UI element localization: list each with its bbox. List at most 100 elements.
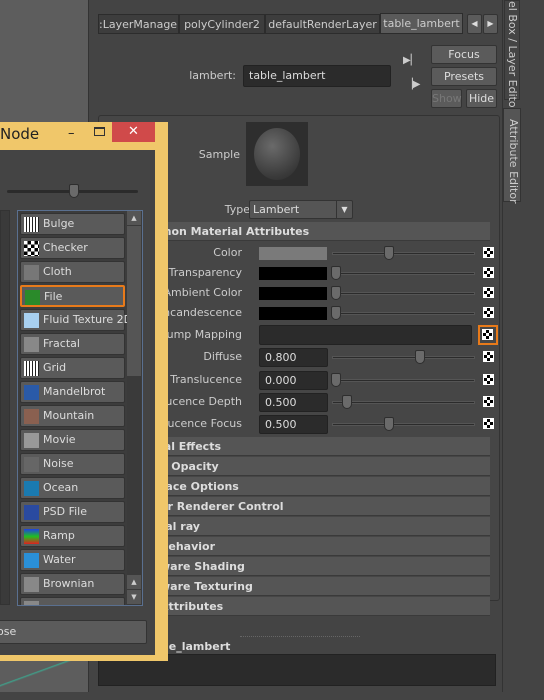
icon-size-slider-thumb[interactable]: [69, 184, 79, 198]
type-label: Type: [224, 203, 250, 216]
checker-map-icon[interactable]: [483, 374, 494, 385]
scroll-up-icon[interactable]: ▲: [127, 575, 141, 589]
value-field[interactable]: 0.500: [259, 393, 328, 412]
value-field[interactable]: 0.800: [259, 348, 328, 367]
checker-map-icon[interactable]: [483, 247, 494, 258]
input-connection-icon[interactable]: ▶▏: [403, 55, 418, 66]
brownian-icon: [24, 577, 39, 592]
texture-item[interactable]: PSD File: [20, 501, 125, 523]
texture-item[interactable]: Brownian: [20, 573, 125, 595]
map-button-highlighted[interactable]: [478, 325, 498, 345]
texture-item[interactable]: Movie: [20, 429, 125, 451]
node-name-field[interactable]: table_lambert: [243, 65, 391, 87]
attribute-slider[interactable]: [332, 401, 475, 404]
category-list-edge[interactable]: [0, 210, 10, 605]
type-dropdown[interactable]: Lambert ▼: [249, 200, 353, 219]
checker-map-icon[interactable]: [483, 307, 494, 318]
bump-mapping-field[interactable]: [259, 325, 472, 345]
slider-thumb[interactable]: [383, 246, 394, 260]
attribute-slider[interactable]: [332, 292, 475, 295]
attribute-slider[interactable]: [332, 379, 475, 382]
checker-map-icon[interactable]: [483, 396, 494, 407]
show-button[interactable]: Show: [431, 89, 462, 108]
section-header[interactable]: e Opacity: [160, 457, 490, 476]
section-header[interactable]: race Options: [160, 477, 490, 496]
section-header[interactable]: ware Texturing: [160, 577, 490, 596]
scroll-thumb[interactable]: [127, 226, 141, 376]
tab-scroll-right-icon[interactable]: ▶: [483, 14, 498, 34]
value-field[interactable]: 0.500: [259, 415, 328, 434]
common-material-header[interactable]: mon Material Attributes: [160, 222, 490, 241]
texture-item[interactable]: Water: [20, 549, 125, 571]
hide-button[interactable]: Hide: [466, 89, 497, 108]
section-header[interactable]: ware Shading: [160, 557, 490, 576]
tab-layermanager[interactable]: :LayerManager: [98, 14, 179, 34]
checker-map-icon[interactable]: [483, 351, 494, 362]
attribute-slider[interactable]: [332, 356, 475, 359]
section-header[interactable]: Attributes: [160, 597, 490, 616]
tab-channel-box[interactable]: el Box / Layer Editor: [504, 0, 520, 112]
texture-item[interactable]: Ramp: [20, 525, 125, 547]
tab-polycylinder2[interactable]: polyCylinder2: [179, 14, 265, 34]
section-header[interactable]: Behavior: [160, 537, 490, 556]
scroll-up-icon[interactable]: ▲: [127, 211, 141, 225]
section-header[interactable]: ial Effects: [160, 437, 490, 456]
file-icon: [25, 290, 40, 305]
slider-thumb[interactable]: [415, 350, 425, 364]
checker-map-icon[interactable]: [483, 418, 494, 429]
tab-defaultrenderlayer[interactable]: defaultRenderLayer: [265, 14, 380, 34]
tab-attribute-editor[interactable]: Attribute Editor: [503, 108, 521, 204]
list-scrollbar[interactable]: ▲ ▲ ▼: [127, 211, 141, 605]
slider-thumb[interactable]: [331, 306, 341, 320]
texture-item[interactable]: [20, 597, 125, 605]
grid-icon: [24, 361, 39, 376]
tab-scroll-left-icon[interactable]: ◀: [467, 14, 482, 34]
slider-thumb[interactable]: [331, 373, 341, 387]
close-button[interactable]: ose: [0, 620, 147, 644]
color-swatch[interactable]: [259, 307, 327, 320]
slider-thumb[interactable]: [331, 266, 341, 280]
tab-tablelambert[interactable]: table_lambert: [380, 13, 463, 34]
color-swatch[interactable]: [259, 267, 327, 280]
value-field[interactable]: 0.000: [259, 371, 328, 390]
presets-button[interactable]: Presets: [431, 67, 497, 86]
checker-map-icon[interactable]: [483, 287, 494, 298]
scroll-down-icon[interactable]: ▼: [127, 590, 141, 604]
texture-item[interactable]: Mandelbrot: [20, 381, 125, 403]
section-header[interactable]: tal ray: [160, 517, 490, 536]
slider-thumb[interactable]: [341, 395, 352, 409]
splitter-handle[interactable]: [240, 636, 360, 637]
ramp-icon: [24, 529, 39, 544]
checker-map-icon[interactable]: [483, 267, 494, 278]
focus-button[interactable]: Focus: [431, 45, 497, 64]
maximize-icon[interactable]: [94, 127, 105, 136]
fractal-icon: [24, 337, 39, 352]
texture-item[interactable]: Fractal: [20, 333, 125, 355]
texture-item[interactable]: Mountain: [20, 405, 125, 427]
output-connection-icon[interactable]: ▕▶: [405, 79, 420, 90]
close-icon[interactable]: ✕: [112, 122, 155, 142]
checker-map-icon: [482, 329, 493, 340]
color-swatch[interactable]: [259, 287, 327, 300]
attribute-slider[interactable]: [332, 272, 475, 275]
color-swatch[interactable]: [259, 247, 327, 260]
water-icon: [24, 553, 39, 568]
attribute-slider[interactable]: [332, 312, 475, 315]
texture-item-file-selected[interactable]: File: [20, 285, 125, 307]
chevron-down-icon: ▼: [336, 201, 352, 218]
attribute-slider[interactable]: [332, 252, 475, 255]
checker-icon: [24, 241, 39, 256]
minimize-icon[interactable]: –: [68, 126, 75, 141]
slider-thumb[interactable]: [383, 417, 394, 431]
texture-item[interactable]: Bulge: [20, 213, 125, 235]
texture-item[interactable]: Cloth: [20, 261, 125, 283]
slider-thumb[interactable]: [331, 286, 341, 300]
texture-item[interactable]: Checker: [20, 237, 125, 259]
texture-item[interactable]: Ocean: [20, 477, 125, 499]
sample-label: Sample: [198, 148, 240, 161]
texture-item[interactable]: Fluid Texture 2D: [20, 309, 132, 331]
attribute-slider[interactable]: [332, 423, 475, 426]
texture-item[interactable]: Noise: [20, 453, 125, 475]
section-header[interactable]: or Renderer Control: [160, 497, 490, 516]
texture-item[interactable]: Grid: [20, 357, 125, 379]
